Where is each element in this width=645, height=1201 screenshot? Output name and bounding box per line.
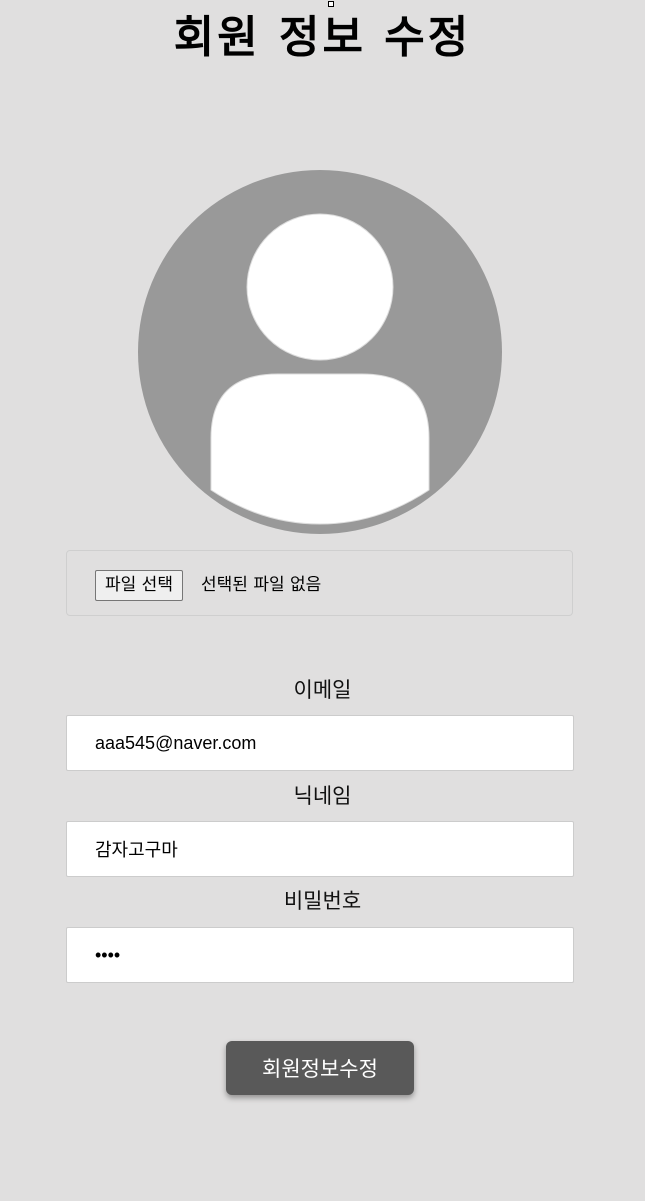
page-title: 회원 정보 수정 [173, 12, 472, 63]
file-upload-box: 파일 선택 선택된 파일 없음 [66, 550, 573, 616]
email-field[interactable] [66, 715, 574, 771]
update-profile-button[interactable]: 회원정보수정 [226, 1041, 414, 1095]
email-label: 이메일 [293, 678, 352, 702]
profile-avatar [138, 170, 502, 534]
resize-handle [328, 1, 334, 7]
nickname-field[interactable] [66, 821, 574, 877]
nickname-label: 닉네임 [293, 784, 352, 808]
choose-file-button[interactable]: 파일 선택 [95, 570, 183, 601]
password-label: 비밀번호 [283, 889, 362, 913]
file-status-text: 선택된 파일 없음 [201, 575, 322, 595]
password-field[interactable] [66, 927, 574, 983]
default-user-icon [210, 213, 430, 525]
